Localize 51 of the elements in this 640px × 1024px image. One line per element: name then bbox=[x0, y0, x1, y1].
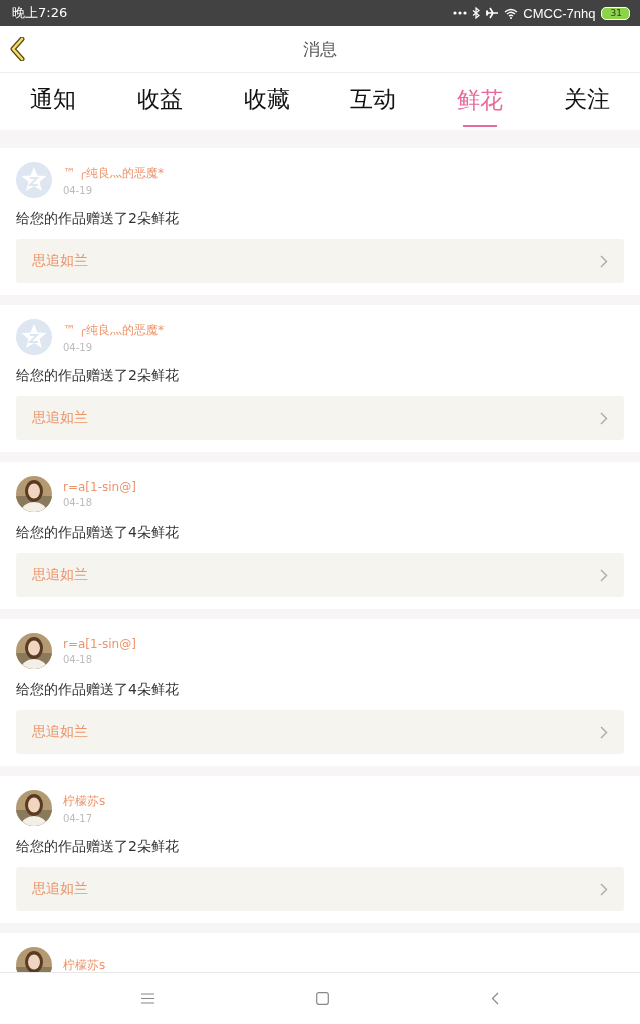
back-icon[interactable] bbox=[491, 992, 499, 1005]
work-link[interactable]: 思追如兰 bbox=[16, 396, 624, 440]
status-time: 晚上7:26 bbox=[12, 4, 68, 22]
work-link[interactable]: 思追如兰 bbox=[16, 239, 624, 283]
message-text: 给您的作品赠送了2朵鲜花 bbox=[16, 210, 180, 228]
page-title: 消息 bbox=[303, 37, 337, 61]
default-avatar-icon bbox=[16, 319, 52, 355]
message-date: 04-17 bbox=[63, 812, 94, 824]
airplane-icon bbox=[485, 7, 500, 19]
work-title: 思追如兰 bbox=[32, 409, 88, 427]
home-icon[interactable] bbox=[316, 992, 329, 1005]
battery-level: 31 bbox=[600, 6, 630, 20]
chevron-right-icon bbox=[600, 254, 608, 268]
chevron-right-icon bbox=[600, 882, 608, 896]
sender-name[interactable]: 柠檬苏s bbox=[63, 792, 106, 810]
sender-name[interactable]: r=a[1-sin@] bbox=[63, 480, 136, 494]
chevron-right-icon bbox=[600, 411, 608, 425]
menu-icon[interactable] bbox=[141, 993, 154, 1004]
tab[interactable]: 鲜花 bbox=[446, 75, 513, 127]
work-link[interactable]: 思追如兰 bbox=[16, 710, 624, 754]
tab[interactable]: 关注 bbox=[553, 75, 620, 127]
more-icon bbox=[453, 11, 468, 15]
work-link[interactable]: 思追如兰 bbox=[16, 553, 624, 597]
default-avatar-icon bbox=[16, 162, 52, 198]
work-title: 思追如兰 bbox=[32, 723, 88, 741]
work-title: 思追如兰 bbox=[32, 880, 88, 898]
message-text: 给您的作品赠送了4朵鲜花 bbox=[16, 524, 180, 542]
message-text: 给您的作品赠送了4朵鲜花 bbox=[16, 681, 180, 699]
tab[interactable]: 通知 bbox=[20, 75, 87, 127]
sender-name[interactable]: ™ ╭纯良灬的恶魔* bbox=[63, 321, 165, 339]
tab[interactable]: 收藏 bbox=[233, 75, 300, 127]
sender-name[interactable]: r=a[1-sin@] bbox=[63, 637, 136, 651]
chevron-right-icon bbox=[600, 725, 608, 739]
work-link[interactable]: 思追如兰 bbox=[16, 867, 624, 911]
bluetooth-icon bbox=[472, 7, 481, 19]
tab[interactable]: 互动 bbox=[340, 75, 407, 127]
tab[interactable]: 收益 bbox=[127, 75, 193, 127]
carrier-name: CMCC-7nhq bbox=[523, 5, 596, 21]
sender-name[interactable]: 柠檬苏s bbox=[63, 956, 106, 972]
message-date: 04-18 bbox=[63, 654, 94, 665]
sender-name[interactable]: ™ ╭纯良灬的恶魔* bbox=[63, 164, 165, 182]
wifi-icon bbox=[504, 7, 519, 19]
work-title: 思追如兰 bbox=[32, 566, 88, 584]
message-date: 04-18 bbox=[63, 497, 94, 508]
message-date: 04-19 bbox=[63, 184, 94, 196]
back-button[interactable] bbox=[10, 37, 26, 61]
message-text: 给您的作品赠送了2朵鲜花 bbox=[16, 367, 180, 385]
message-text: 给您的作品赠送了2朵鲜花 bbox=[16, 838, 180, 856]
work-title: 思追如兰 bbox=[32, 252, 88, 270]
chevron-right-icon bbox=[600, 568, 608, 582]
message-date: 04-19 bbox=[63, 341, 94, 353]
